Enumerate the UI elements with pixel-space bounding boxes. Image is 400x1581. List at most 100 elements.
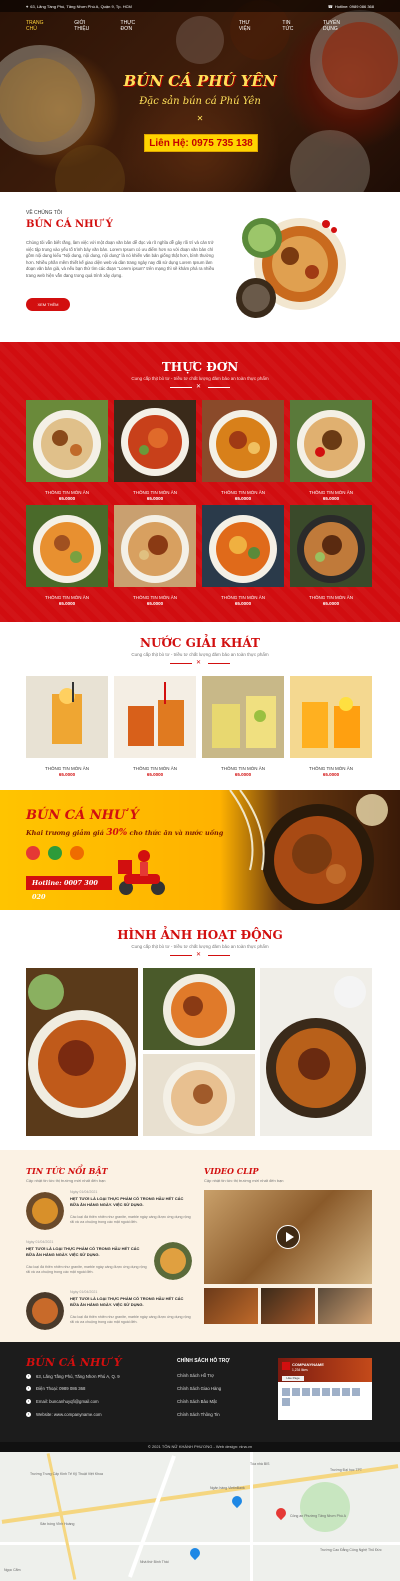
facebook-widget[interactable]: COMPANYNAME 1,234 likes Like Page: [278, 1358, 372, 1420]
drink-item-image: [202, 676, 284, 758]
news-description: Các loại đá thiên nhiên như granite, mar…: [70, 1215, 191, 1224]
hero-phone-badge[interactable]: Liên Hệ: 0975 735 138: [144, 134, 258, 152]
policy-link[interactable]: Chính Sách Giao Hàng: [177, 1386, 221, 1391]
video-thumbnail[interactable]: [204, 1288, 258, 1324]
footer-email[interactable]: Email: buncanhuyqfi@gmail.com: [36, 1399, 99, 1404]
menu-item-name: THÔNG TIN MÓN ĂN: [45, 490, 89, 495]
facebook-like-button[interactable]: Like Page: [282, 1376, 304, 1381]
menu-item-card[interactable]: THÔNG TIN MÓN ĂN 65.0000: [114, 400, 196, 501]
drinks-subtitle: Cung cấp thịt bò tơ - triều tơ chất lượn…: [131, 652, 269, 657]
map-label: Nhà thờ Bình Thái: [140, 1560, 169, 1564]
globe-icon: •: [26, 1412, 31, 1417]
fork-knife-icon: ✕: [196, 114, 204, 123]
menu-item-card[interactable]: THÔNG TIN MÓN ĂN 65.0000: [114, 505, 196, 606]
activity-photo[interactable]: [143, 968, 255, 1050]
menu-item-price: 65.0000: [58, 601, 76, 606]
menu-item-card[interactable]: THÔNG TIN MÓN ĂN 65.0000: [202, 505, 284, 606]
page: BÚN CÁ PHÚ YÊN Đặc sản bún cá Phú Yên ✕ …: [0, 0, 400, 1581]
app-icon[interactable]: [48, 846, 62, 860]
nav-item-careers[interactable]: Tuyển dụng: [323, 20, 350, 32]
activity-photo[interactable]: [26, 968, 138, 1136]
app-icon[interactable]: [70, 846, 84, 860]
promo-hotline[interactable]: Hotline: 0007 300 020: [26, 876, 112, 901]
menu-item-card[interactable]: THÔNG TIN MÓN ĂN 65.0000: [290, 400, 372, 501]
fork-knife-icon: ✕: [196, 384, 202, 390]
policy-link[interactable]: Chính Sách Hỗ Trợ: [177, 1373, 214, 1378]
news-thumbnail: [26, 1192, 64, 1230]
news-headline[interactable]: HẸT TƯƠI LÀ LOẠI THỰC PHẨM CÓ TRONG HẦU …: [26, 1246, 148, 1257]
menu-item-price: 65.0000: [58, 496, 76, 501]
drink-item-card[interactable]: THÔNG TIN MÓN ĂN 65.0000: [290, 676, 372, 777]
news-headline[interactable]: HẸT TƯƠI LÀ LOẠI THỰC PHẨM CÓ TRONG HẦU …: [70, 1196, 192, 1207]
drink-item-card[interactable]: THÔNG TIN MÓN ĂN 65.0000: [26, 676, 108, 777]
menu-item-image: [114, 400, 196, 482]
fork-knife-icon: ✕: [196, 660, 202, 666]
menu-item-card[interactable]: THÔNG TIN MÓN ĂN 65.0000: [26, 400, 108, 501]
map[interactable]: Tòa nhà BIS Trường Trung Cấp Kinh Tế Kỹ …: [0, 1452, 400, 1581]
video-thumbnail[interactable]: [318, 1288, 372, 1324]
news-item[interactable]: Ngày 01/04/2021 HẸT TƯƠI LÀ LOẠI THỰC PH…: [26, 1240, 192, 1284]
location-icon: ⌖: [26, 3, 29, 9]
video-thumbnail[interactable]: [261, 1288, 315, 1324]
facebook-avatar: [282, 1362, 290, 1370]
menu-item-image: [290, 505, 372, 587]
activities-title: HÌNH ẢNH HOẠT ĐỘNG: [117, 928, 283, 942]
drink-item-image: [114, 676, 196, 758]
location-pin-icon[interactable]: [273, 1505, 289, 1521]
footer-website[interactable]: Website: www.companyname.com: [36, 1412, 102, 1417]
news-headline[interactable]: HẸT TƯƠI LÀ LOẠI THỰC PHẨM CÓ TRONG HẦU …: [70, 1296, 192, 1307]
logo[interactable]: [176, 16, 224, 64]
facebook-likes: 1,234 likes: [292, 1368, 308, 1372]
video-subtitle: Cập nhật tin tức thị trường mới nhất đến…: [204, 1178, 284, 1183]
map-label: Tòa nhà BIS: [250, 1462, 270, 1466]
location-pin-icon[interactable]: [187, 1545, 203, 1561]
map-label: Ngân hàng VietinBank: [210, 1486, 245, 1490]
map-label: Công an Phường Tăng Nhơn Phú A: [290, 1514, 346, 1518]
activity-photo[interactable]: [143, 1054, 255, 1136]
menu-section: THỰC ĐƠN Cung cấp thịt bò tơ - triều tơ …: [0, 342, 400, 622]
about-title: BÚN CÁ NHƯ Ý: [26, 219, 113, 230]
drink-item-image: [26, 676, 108, 758]
nav-item-news[interactable]: Tin tức: [282, 20, 299, 32]
play-icon[interactable]: [276, 1225, 300, 1249]
menu-item-card[interactable]: THÔNG TIN MÓN ĂN 65.0000: [202, 400, 284, 501]
policy-link[interactable]: Chính Sách Thông Tin: [177, 1412, 220, 1417]
delivery-app-icons: [26, 846, 84, 860]
facebook-page-name[interactable]: COMPANYNAME: [292, 1362, 324, 1367]
menu-item-name: THÔNG TIN MÓN ĂN: [221, 490, 265, 495]
nav-item-about[interactable]: Giới thiệu: [74, 20, 96, 32]
top-info-bar: ⌖ 63, Lãng Tầng Phú, Tăng Nhơn Phú A, Qu…: [0, 0, 400, 12]
location-pin-icon[interactable]: [229, 1493, 245, 1509]
menu-item-card[interactable]: THÔNG TIN MÓN ĂN 65.0000: [290, 505, 372, 606]
promo-percent: 30%: [106, 828, 128, 838]
footer-logo[interactable]: BÚN CÁ NHƯ Ý: [26, 1356, 122, 1369]
map-label: Trường Đại học TPT: [330, 1468, 363, 1472]
menu-item-name: THÔNG TIN MÓN ĂN: [133, 595, 177, 600]
delivery-scooter-icon: [118, 850, 165, 895]
video-title: VIDEO CLIP: [204, 1166, 259, 1176]
app-icon[interactable]: [26, 846, 40, 860]
nav-item-menu[interactable]: Thực đơn: [121, 20, 143, 32]
news-item[interactable]: Ngày 01/04/2021 HẸT TƯƠI LÀ LOẠI THỰC PH…: [26, 1190, 192, 1234]
footer-address: 63, Lãng Tầng Phú, Tăng Nhơn Phú A, Q. 9: [36, 1374, 120, 1379]
nav-item-home[interactable]: Trang chủ: [26, 20, 50, 32]
news-item[interactable]: Ngày 01/04/2021 HẸT TƯƠI LÀ LOẠI THỰC PH…: [26, 1290, 192, 1334]
news-date: Ngày 01/04/2021: [26, 1240, 54, 1244]
video-player[interactable]: [204, 1190, 372, 1284]
map-label: Trường Trung Cấp Kinh Tế Kỹ Thuật Việt K…: [30, 1472, 103, 1476]
menu-item-name: THÔNG TIN MÓN ĂN: [221, 595, 265, 600]
menu-item-card[interactable]: THÔNG TIN MÓN ĂN 65.0000: [26, 505, 108, 606]
drink-item-name: THÔNG TIN MÓN ĂN: [309, 766, 353, 771]
promo-banner: BÚN CÁ NHƯ Ý Khai trương giảm giá 30% ch…: [0, 790, 400, 910]
location-icon: •: [26, 1374, 31, 1379]
about-text: Chúng tôi vẫn biết rằng, làm việc với mộ…: [26, 240, 215, 278]
menu-item-name: THÔNG TIN MÓN ĂN: [309, 595, 353, 600]
drink-item-card[interactable]: THÔNG TIN MÓN ĂN 65.0000: [202, 676, 284, 777]
drink-item-card[interactable]: THÔNG TIN MÓN ĂN 65.0000: [114, 676, 196, 777]
activity-photo[interactable]: [260, 968, 372, 1136]
read-more-button[interactable]: XEM THÊM: [26, 298, 70, 311]
policy-link[interactable]: Chính Sách Bảo Mật: [177, 1399, 217, 1404]
nav-item-gallery[interactable]: Thư viện: [239, 20, 259, 32]
news-date: Ngày 01/04/2021: [70, 1190, 98, 1194]
promo-text-before: Khai trương giảm giá: [26, 829, 104, 837]
